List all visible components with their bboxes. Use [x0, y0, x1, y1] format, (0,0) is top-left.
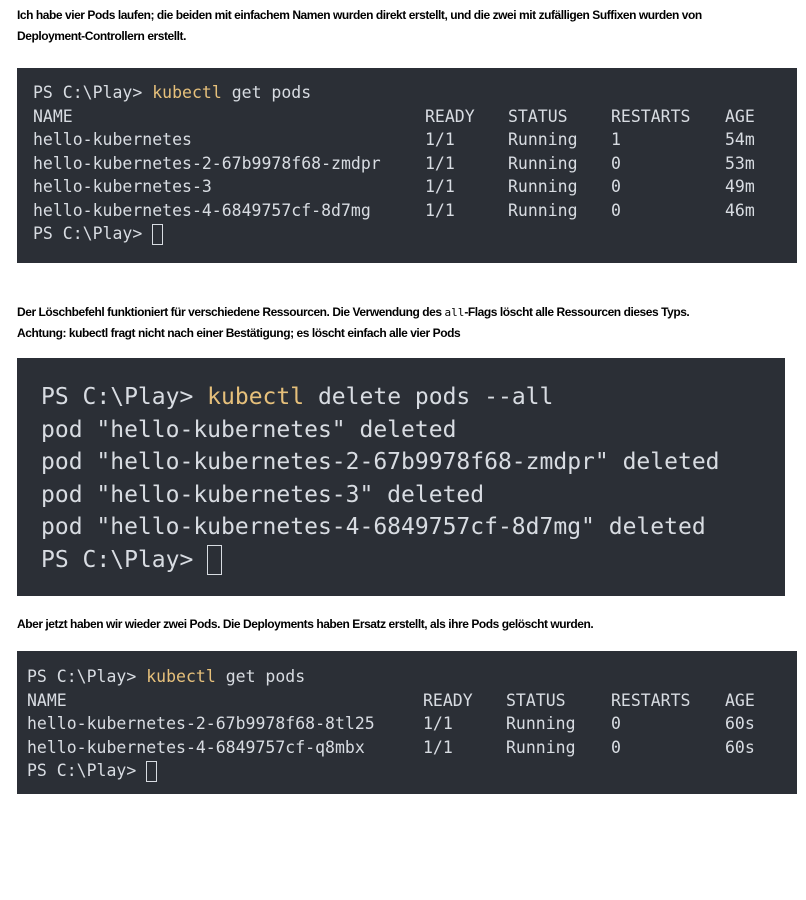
terminal-delete-pods: PS C:\Play> kubectl delete pods --all po… — [17, 358, 785, 596]
pod-age: 54m — [725, 130, 755, 149]
table-row: hello-kubernetes 1/1 Running 1 54m — [33, 128, 797, 152]
pod-status: Running — [508, 200, 578, 220]
output-line: pod "hello-kubernetes-3" deleted — [41, 481, 485, 508]
cursor — [146, 761, 158, 782]
pod-restarts: 1 — [611, 130, 621, 149]
table-row: hello-kubernetes-2-67b9978f68-zmdpr 1/1 … — [33, 152, 797, 176]
pod-name: hello-kubernetes-4-6849757cf-q8mbx — [27, 737, 365, 757]
header-age: AGE — [725, 106, 755, 126]
text-segment: Der Löschbefehl funktioniert für verschi… — [17, 305, 445, 319]
header-restarts: RESTARTS — [611, 106, 691, 126]
result-line: Aber jetzt haben wir wieder zwei Pods. D… — [17, 617, 594, 631]
terminal-get-pods-after: PS C:\Play> kubectl get pods NAME READY … — [17, 651, 797, 794]
prompt-line: PS C:\Play> — [41, 544, 785, 577]
result-paragraph: Aber jetzt haben wir wieder zwei Pods. D… — [17, 614, 797, 635]
pod-ready: 1/1 — [425, 130, 455, 149]
command-keyword: kubectl — [146, 667, 216, 686]
table-row: hello-kubernetes-2-67b9978f68-8tl25 1/1 … — [27, 712, 797, 736]
pod-age: 60s — [725, 737, 755, 757]
prompt: PS C:\Play> — [33, 224, 153, 243]
header-name: NAME — [33, 106, 73, 126]
prompt: PS C:\Play> — [27, 667, 147, 686]
pod-status: Running — [508, 153, 578, 173]
delete-explanation-line-1: Der Löschbefehl funktioniert für verschi… — [17, 302, 797, 323]
prompt: PS C:\Play> — [41, 384, 208, 410]
pod-status: Running — [506, 737, 576, 757]
table-header: NAME READY STATUS RESTARTS AGE — [33, 105, 797, 129]
output-line: pod "hello-kubernetes" deleted — [41, 416, 457, 443]
pod-name: hello-kubernetes-3 — [33, 177, 212, 196]
pod-ready: 1/1 — [425, 153, 455, 173]
pod-name: hello-kubernetes-4-6849757cf-8d7mg — [33, 200, 371, 220]
pod-restarts: 0 — [611, 714, 621, 733]
table-row: hello-kubernetes-4-6849757cf-8d7mg 1/1 R… — [33, 199, 797, 223]
prompt-line: PS C:\Play> — [33, 222, 797, 246]
prompt: PS C:\Play> — [41, 546, 208, 573]
header-status: STATUS — [506, 690, 566, 710]
table-row: hello-kubernetes-3 1/1 Running 0 49m — [33, 175, 797, 199]
header-age: AGE — [725, 690, 755, 710]
pod-ready: 1/1 — [423, 714, 453, 733]
prompt: PS C:\Play> — [27, 761, 147, 780]
prompt: PS C:\Play> — [33, 83, 153, 102]
pod-ready: 1/1 — [425, 200, 455, 220]
intro-paragraph: Ich habe vier Pods laufen; die beiden mi… — [17, 5, 797, 47]
command-args: delete pods --all — [304, 384, 554, 410]
command-line: PS C:\Play> kubectl get pods — [27, 665, 797, 689]
output-line: pod "hello-kubernetes-4-6849757cf-8d7mg"… — [41, 514, 706, 540]
pod-name: hello-kubernetes — [33, 130, 192, 149]
cursor — [207, 545, 223, 575]
pod-age: 53m — [725, 153, 755, 173]
pod-restarts: 0 — [611, 737, 621, 757]
pod-status: Running — [508, 130, 578, 149]
pod-status: Running — [506, 714, 576, 733]
cursor — [152, 224, 164, 245]
command-args: get pods — [215, 667, 306, 686]
table-row: hello-kubernetes-4-6849757cf-q8mbx 1/1 R… — [27, 736, 797, 760]
text-segment: -Flags löscht alle Ressourcen dieses Typ… — [464, 305, 690, 319]
intro-line-1: Ich habe vier Pods laufen; die beiden mi… — [17, 8, 702, 22]
pod-restarts: 0 — [611, 153, 621, 173]
command-line: PS C:\Play> kubectl get pods — [33, 81, 797, 105]
table-header: NAME READY STATUS RESTARTS AGE — [27, 689, 797, 713]
pod-age: 46m — [725, 200, 755, 220]
prompt-line: PS C:\Play> — [27, 759, 797, 783]
delete-explanation-paragraph: Der Löschbefehl funktioniert für verschi… — [17, 302, 797, 344]
inline-code-all: all — [444, 306, 465, 319]
pod-age: 60s — [725, 714, 755, 733]
command-line: PS C:\Play> kubectl delete pods --all — [41, 381, 785, 414]
header-status: STATUS — [508, 106, 568, 126]
pod-name: hello-kubernetes-2-67b9978f68-8tl25 — [27, 714, 375, 733]
pod-ready: 1/1 — [423, 737, 453, 757]
pod-age: 49m — [725, 177, 755, 196]
header-name: NAME — [27, 690, 67, 710]
command-args: get pods — [221, 83, 312, 102]
header-ready: READY — [423, 690, 473, 710]
pod-name: hello-kubernetes-2-67b9978f68-zmdpr — [33, 153, 381, 173]
output-line: pod "hello-kubernetes-2-67b9978f68-zmdpr… — [41, 449, 720, 475]
pod-restarts: 0 — [611, 177, 621, 196]
pod-ready: 1/1 — [425, 177, 455, 196]
pod-restarts: 0 — [611, 200, 621, 220]
delete-explanation-line-2: Achtung: kubectl fragt nicht nach einer … — [17, 326, 461, 340]
command-keyword: kubectl — [152, 83, 222, 102]
pod-status: Running — [508, 177, 578, 196]
command-keyword: kubectl — [207, 384, 305, 410]
terminal-get-pods-before: PS C:\Play> kubectl get pods NAME READY … — [17, 68, 797, 263]
intro-line-2: Deployment-Controllern erstellt. — [17, 29, 186, 43]
header-ready: READY — [425, 106, 475, 126]
header-restarts: RESTARTS — [611, 690, 691, 710]
